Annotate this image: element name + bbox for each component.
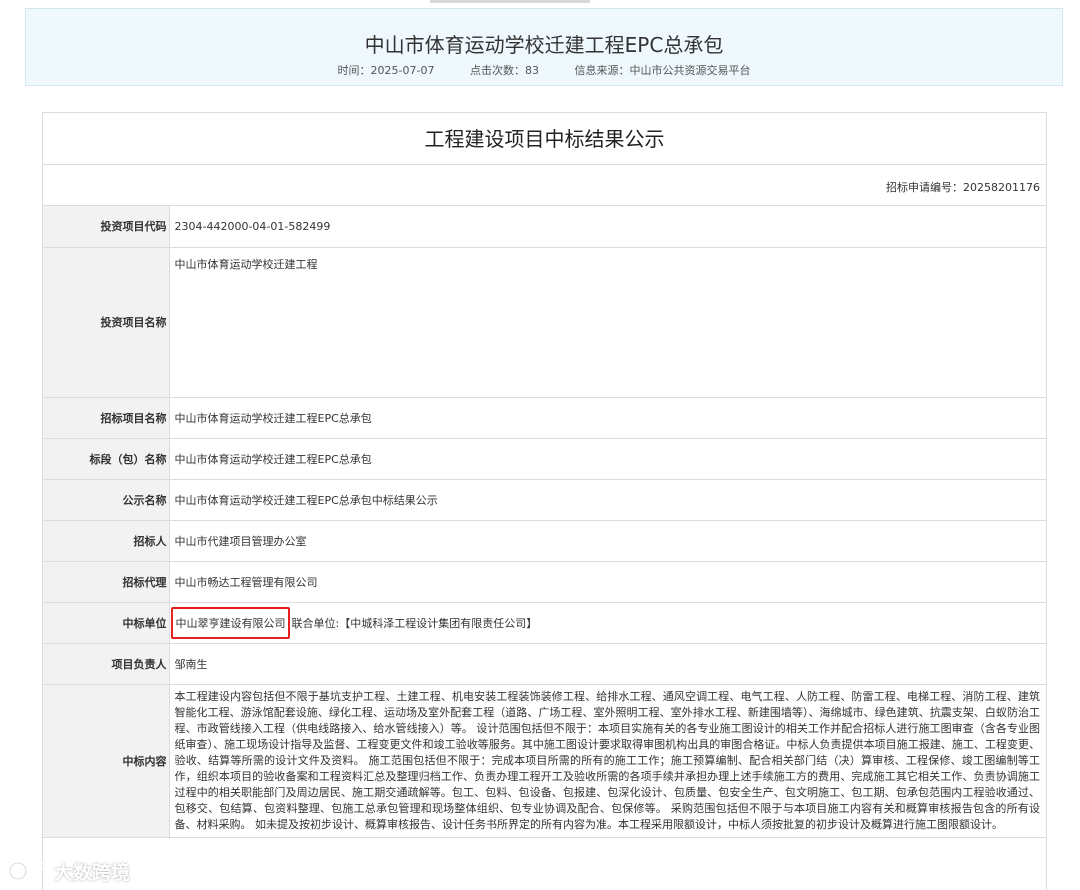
row-label: 招标代理 <box>43 561 170 603</box>
tender-agent: 中山市畅达工程管理有限公司 <box>169 561 1046 603</box>
info-source: 信息来源：中山市公共资源交易平台 <box>574 64 751 77</box>
result-notice-document: 工程建设项目中标结果公示 招标申请编号：20258201176 投资项目代码 2… <box>42 112 1047 890</box>
table-row: 投资项目名称 中山市体育运动学校迁建工程 <box>43 247 1046 398</box>
article-title: 中山市体育运动学校迁建工程EPC总承包 <box>364 33 724 57</box>
top-strip <box>430 0 590 3</box>
watermark: 大数跨境 <box>8 856 130 886</box>
row-label: 投资项目名称 <box>43 247 170 398</box>
row-label: 项目负责人 <box>43 643 170 685</box>
brand-logo-icon <box>8 858 48 884</box>
tender-project-name: 中山市体育运动学校迁建工程EPC总承包 <box>169 397 1046 439</box>
winning-bidder-cell: 中山翠亨建设有限公司 联合单位:【中城科泽工程设计集团有限责任公司】 <box>169 602 1046 644</box>
table-row: 投资项目代码 2304-442000-04-01-582499 <box>43 206 1046 248</box>
project-manager: 邹南生 <box>169 643 1046 685</box>
section-name: 中山市体育运动学校迁建工程EPC总承包 <box>169 438 1046 480</box>
table-row: 项目负责人 邹南生 <box>43 643 1046 685</box>
result-table: 投资项目代码 2304-442000-04-01-582499 投资项目名称 中… <box>43 206 1046 838</box>
project-code: 2304-442000-04-01-582499 <box>169 206 1046 248</box>
document-title: 工程建设项目中标结果公示 <box>43 113 1046 165</box>
apply-number-row: 招标申请编号：20258201176 <box>43 165 1046 206</box>
table-row: 招标人 中山市代建项目管理办公室 <box>43 520 1046 562</box>
article-meta: 时间：2025-07-07 点击次数：83 信息来源：中山市公共资源交易平台 <box>26 62 1062 78</box>
table-row: 公示名称 中山市体育运动学校迁建工程EPC总承包中标结果公示 <box>43 479 1046 521</box>
table-row: 中标内容 本工程建设内容包括但不限于基坑支护工程、土建工程、机电安装工程装饰装修… <box>43 684 1046 838</box>
table-row: 中标单位 中山翠亨建设有限公司 联合单位:【中城科泽工程设计集团有限责任公司】 <box>43 602 1046 644</box>
joint-bidder: 联合单位:【中城科泽工程设计集团有限责任公司】 <box>291 616 538 630</box>
row-label: 投资项目代码 <box>43 206 170 248</box>
watermark-text: 大数跨境 <box>54 861 131 884</box>
table-row: 标段（包）名称 中山市体育运动学校迁建工程EPC总承包 <box>43 438 1046 480</box>
notice-name: 中山市体育运动学校迁建工程EPC总承包中标结果公示 <box>169 479 1046 521</box>
row-label: 招标人 <box>43 520 170 562</box>
winning-content: 本工程建设内容包括但不限于基坑支护工程、土建工程、机电安装工程装饰装修工程、给排… <box>169 684 1046 838</box>
project-name: 中山市体育运动学校迁建工程 <box>169 247 1046 398</box>
row-label: 招标项目名称 <box>43 397 170 439</box>
publish-time: 时间：2025-07-07 <box>337 64 435 77</box>
row-label: 公示名称 <box>43 479 170 521</box>
winning-bidder-highlight: 中山翠亨建设有限公司 <box>170 606 290 639</box>
article-header: 中山市体育运动学校迁建工程EPC总承包 时间：2025-07-07 点击次数：8… <box>25 8 1063 86</box>
apply-number: 招标申请编号：20258201176 <box>886 181 1040 194</box>
row-label: 中标内容 <box>43 684 170 838</box>
table-row: 招标项目名称 中山市体育运动学校迁建工程EPC总承包 <box>43 397 1046 439</box>
row-label: 中标单位 <box>43 602 170 644</box>
click-count: 点击次数：83 <box>469 64 539 77</box>
table-row: 招标代理 中山市畅达工程管理有限公司 <box>43 561 1046 603</box>
row-label: 标段（包）名称 <box>43 438 170 480</box>
tenderer: 中山市代建项目管理办公室 <box>169 520 1046 562</box>
